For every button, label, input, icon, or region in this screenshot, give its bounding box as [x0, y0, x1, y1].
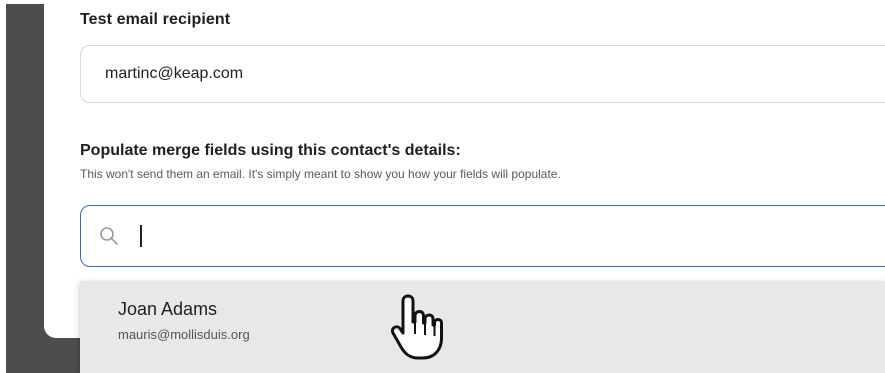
test-email-recipient-field[interactable]: martinc@keap.com	[80, 45, 885, 103]
page: Test email recipient martinc@keap.com Po…	[0, 0, 885, 373]
populate-merge-fields-title: Populate merge fields using this contact…	[80, 142, 461, 159]
contact-search-input[interactable]	[129, 221, 829, 251]
contact-search-results: Joan Adams mauris@mollisduis.org	[80, 281, 885, 373]
contact-name: Joan Adams	[118, 299, 218, 319]
hand-pointer-icon	[390, 294, 443, 360]
populate-merge-fields-subtitle: This won't send them an email. It's simp…	[80, 167, 561, 181]
test-email-recipient-label: Test email recipient	[80, 11, 231, 28]
text-caret	[140, 225, 142, 247]
test-email-recipient-value: martinc@keap.com	[105, 65, 244, 82]
search-icon	[99, 226, 119, 246]
contact-search-field[interactable]	[80, 205, 885, 267]
contact-email: mauris@mollisduis.org	[118, 327, 250, 342]
